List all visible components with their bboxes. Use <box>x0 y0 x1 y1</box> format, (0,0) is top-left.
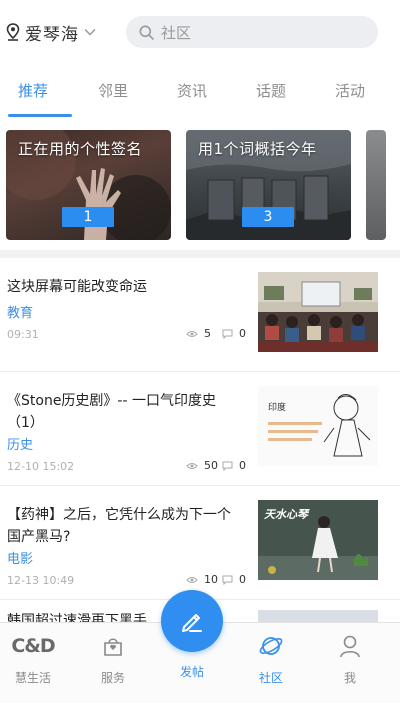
topic-card-partial[interactable] <box>366 130 386 240</box>
planet-icon <box>259 637 283 655</box>
nav-label: 服务 <box>100 671 125 685</box>
article-time: 12-13 10:49 <box>7 574 75 587</box>
comment-icon <box>222 461 233 471</box>
card-count-badge: 1 <box>62 207 114 227</box>
location-pin-icon <box>6 23 20 41</box>
article-category[interactable]: 历史 <box>7 434 33 453</box>
article-views: 50 <box>186 459 218 472</box>
thumbnail-caption: 印度 <box>268 403 287 413</box>
card-count-badge: 3 <box>242 207 294 227</box>
eye-icon <box>186 462 198 469</box>
thumbnail-caption: 天水心琴 <box>264 508 308 521</box>
comment-icon <box>222 329 233 339</box>
comments-count: 0 <box>239 459 246 472</box>
comments-count: 0 <box>239 327 246 340</box>
article-views: 10 <box>186 573 218 586</box>
tab-neighbors[interactable]: 邻里 <box>83 80 143 101</box>
search-input[interactable]: 社区 <box>126 16 378 48</box>
top-header: 爱琴海 社区 <box>0 0 400 62</box>
sketch-figure-image <box>268 394 371 457</box>
article-views: 5 <box>186 327 211 340</box>
article-list: 这块屏幕可能改变命运 教育 09:31 5 0 《Stone历史剧》-- 一口气… <box>0 258 400 640</box>
search-icon <box>139 25 154 40</box>
life-logo-text: C&D <box>11 635 55 657</box>
location-selector[interactable]: 爱琴海 <box>6 20 96 45</box>
article-thumbnail[interactable]: 印度 <box>258 386 378 466</box>
nav-service[interactable]: 服务 <box>83 631 143 686</box>
topic-card[interactable]: 正在用的个性签名 1 <box>6 130 171 240</box>
article-comments: 0 <box>222 573 246 586</box>
article-time: 12-10 15:02 <box>7 460 75 473</box>
article-title: 这块屏幕可能改变命运 <box>7 279 147 295</box>
tab-active-indicator <box>8 114 72 117</box>
article-comments: 0 <box>222 459 246 472</box>
category-tabs: 推荐 邻里 资讯 话题 活动 <box>0 62 400 118</box>
nav-label: 我 <box>343 671 356 685</box>
tab-events[interactable]: 活动 <box>320 80 380 101</box>
list-item[interactable]: 《Stone历史剧》-- 一口气印度史（1） 历史 12-10 15:02 50… <box>0 372 400 486</box>
nav-me[interactable]: 我 <box>320 631 380 686</box>
views-count: 10 <box>204 573 218 586</box>
list-item[interactable]: 这块屏幕可能改变命运 教育 09:31 5 0 <box>0 258 400 372</box>
post-button[interactable] <box>161 590 223 652</box>
article-thumbnail[interactable]: 天水心琴 <box>258 500 378 580</box>
comment-icon <box>222 575 233 585</box>
nav-label: 社区 <box>258 671 283 685</box>
card-title: 用1个词概括今年 <box>198 140 317 158</box>
views-count: 50 <box>204 459 218 472</box>
comments-count: 0 <box>239 573 246 586</box>
article-category[interactable]: 教育 <box>7 302 33 321</box>
location-name: 爱琴海 <box>25 24 79 45</box>
nav-label: 慧生活 <box>14 671 51 685</box>
classroom-image <box>258 272 378 352</box>
topic-carousel[interactable]: 正在用的个性签名 1 用1个词概括今年 3 <box>0 118 400 250</box>
tab-recommend[interactable]: 推荐 <box>3 80 63 101</box>
article-comments: 0 <box>222 327 246 340</box>
user-icon <box>340 635 360 658</box>
search-placeholder: 社区 <box>161 23 192 42</box>
nav-life[interactable]: C&D 慧生活 <box>3 631 63 686</box>
card-title: 正在用的个性签名 <box>18 140 143 158</box>
list-item[interactable]: 【药神】之后，它凭什么成为下一个国产黑马? 电影 12-13 10:49 10 … <box>0 486 400 600</box>
article-time: 09:31 <box>7 328 39 341</box>
post-label: 发帖 <box>179 665 204 679</box>
chevron-down-icon <box>84 28 96 36</box>
article-title: 【药神】之后，它凭什么成为下一个国产黑马? <box>7 507 231 545</box>
eye-icon <box>186 576 198 583</box>
eye-icon <box>186 330 198 337</box>
topic-card[interactable]: 用1个词概括今年 3 <box>186 130 351 240</box>
article-thumbnail[interactable] <box>258 272 378 352</box>
tab-topics[interactable]: 话题 <box>241 80 301 101</box>
tab-news[interactable]: 资讯 <box>162 80 222 101</box>
article-category[interactable]: 电影 <box>7 548 33 567</box>
views-count: 5 <box>204 327 211 340</box>
pen-icon <box>182 614 202 632</box>
nav-community[interactable]: 社区 <box>241 631 301 686</box>
cd-logo-icon: C&D <box>3 631 63 661</box>
article-title: 《Stone历史剧》-- 一口气印度史（1） <box>7 393 216 431</box>
service-icon <box>104 638 122 656</box>
